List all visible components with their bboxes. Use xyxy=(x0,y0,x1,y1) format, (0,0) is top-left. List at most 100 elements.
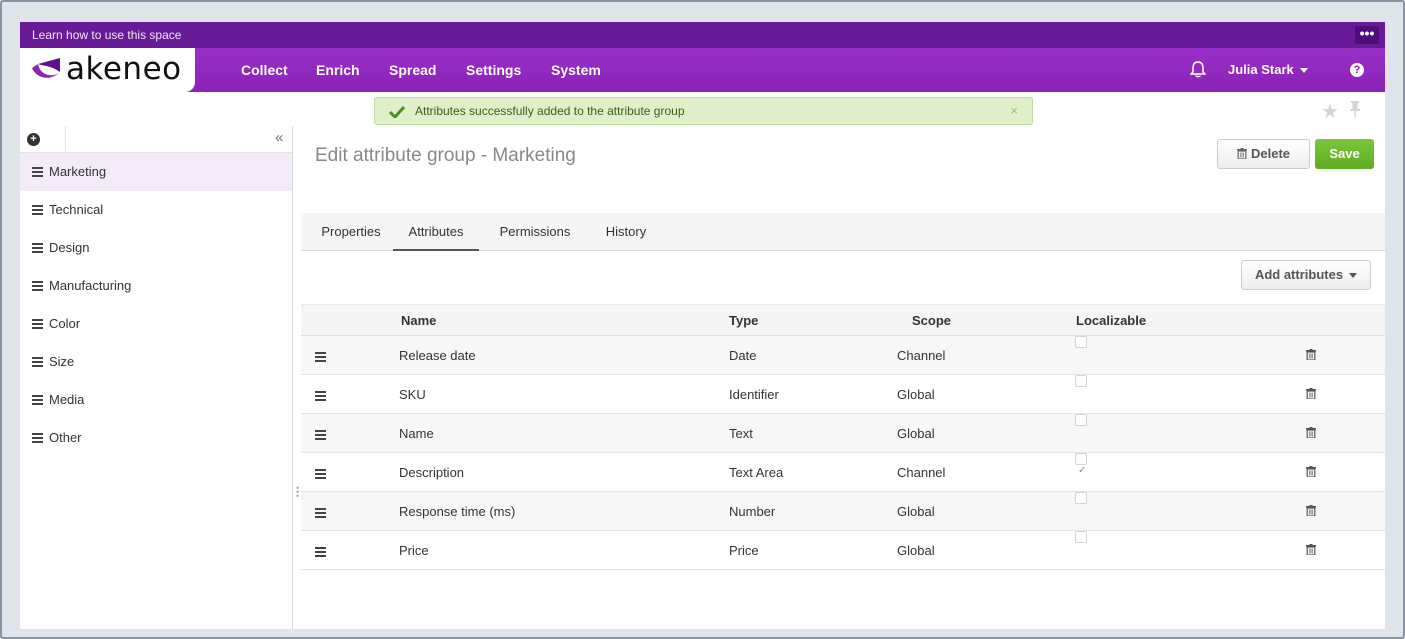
drag-handle-icon[interactable] xyxy=(32,165,43,179)
learn-bar-text[interactable]: Learn how to use this space xyxy=(32,28,181,42)
column-header-scope[interactable]: Scope xyxy=(912,305,951,336)
localizable-checkbox[interactable] xyxy=(1075,375,1087,387)
cell-scope: Global xyxy=(897,426,935,441)
drag-handle-icon[interactable] xyxy=(315,389,326,403)
toolbar-divider xyxy=(65,126,66,153)
drag-handle-icon[interactable] xyxy=(32,355,43,369)
cell-name: Release date xyxy=(399,348,476,363)
nav-settings[interactable]: Settings xyxy=(466,48,521,92)
nav-system[interactable]: System xyxy=(551,48,601,92)
sidebar-item-design[interactable]: Design xyxy=(20,229,292,267)
attribute-group-sidebar: + « Marketing Technical Design Manufactu… xyxy=(20,126,293,629)
main-content: Edit attribute group - Marketing Delete … xyxy=(301,126,1385,629)
sidebar-item-label: Media xyxy=(49,392,85,407)
akeneo-logo[interactable]: akeneo xyxy=(20,48,195,92)
sidebar-item-size[interactable]: Size xyxy=(20,343,292,381)
table-body: Release date Date Channel SKU Identifier Glob… xyxy=(301,336,1385,570)
drag-handle-icon[interactable] xyxy=(315,467,326,481)
cell-scope: Channel xyxy=(897,348,946,363)
akeneo-logo-icon xyxy=(32,58,60,78)
learn-bar[interactable]: Learn how to use this space ••• xyxy=(20,22,1385,48)
tab-permissions[interactable]: Permissions xyxy=(485,213,585,251)
cell-name: Description xyxy=(399,465,465,480)
delete-button[interactable]: Delete xyxy=(1217,139,1310,169)
add-group-icon[interactable]: + xyxy=(27,133,40,146)
cell-scope: Global xyxy=(897,387,935,402)
drag-handle-icon[interactable] xyxy=(32,431,43,445)
nav-spread[interactable]: Spread xyxy=(389,48,436,92)
chevron-down-icon xyxy=(1299,68,1308,74)
table-row[interactable]: Name Text Global xyxy=(301,414,1385,453)
trash-icon[interactable] xyxy=(1306,505,1316,516)
column-header-name[interactable]: Name xyxy=(401,305,436,336)
trash-icon[interactable] xyxy=(1306,388,1316,399)
tab-properties[interactable]: Properties xyxy=(311,213,391,251)
add-attributes-button[interactable]: Add attributes xyxy=(1241,260,1371,290)
resize-handle[interactable]: • • • xyxy=(296,484,299,501)
help-icon[interactable]: ? xyxy=(1350,63,1364,77)
drag-handle-icon[interactable] xyxy=(315,428,326,442)
tab-attributes[interactable]: Attributes xyxy=(393,213,479,251)
cell-scope: Channel xyxy=(897,465,946,480)
nav-enrich[interactable]: Enrich xyxy=(316,48,360,92)
trash-icon[interactable] xyxy=(1306,544,1316,555)
notification-bell-icon[interactable] xyxy=(1190,60,1206,78)
cell-type: Price xyxy=(729,543,759,558)
sidebar-item-technical[interactable]: Technical xyxy=(20,191,292,229)
brand-name: akeneo xyxy=(66,51,182,87)
sidebar-item-other[interactable]: Other xyxy=(20,419,292,457)
save-button[interactable]: Save xyxy=(1315,139,1374,169)
sidebar-item-label: Other xyxy=(49,430,82,445)
localizable-checkbox[interactable] xyxy=(1075,336,1087,348)
sidebar-item-label: Size xyxy=(49,354,75,369)
sidebar-item-manufacturing[interactable]: Manufacturing xyxy=(20,267,292,305)
localizable-checkbox[interactable]: ✓ xyxy=(1075,453,1087,476)
drag-handle-icon[interactable] xyxy=(32,203,43,217)
table-row[interactable]: SKU Identifier Global xyxy=(301,375,1385,414)
sidebar-item-media[interactable]: Media xyxy=(20,381,292,419)
cell-type: Number xyxy=(729,504,776,519)
drag-handle-icon[interactable] xyxy=(315,506,326,520)
sidebar-item-color[interactable]: Color xyxy=(20,305,292,343)
drag-handle-icon[interactable] xyxy=(32,317,43,331)
nav-collect[interactable]: Collect xyxy=(241,48,288,92)
trash-icon[interactable] xyxy=(1306,427,1316,438)
sidebar-item-label: Manufacturing xyxy=(49,278,132,293)
table-row[interactable]: Response time (ms) Number Global xyxy=(301,492,1385,531)
sidebar-item-label: Color xyxy=(49,316,81,331)
add-attributes-label: Add attributes xyxy=(1254,267,1344,282)
drag-handle-icon[interactable] xyxy=(32,393,43,407)
drag-handle-icon[interactable] xyxy=(32,279,43,293)
localizable-checkbox[interactable] xyxy=(1075,492,1087,504)
cell-name: SKU xyxy=(399,387,426,402)
tab-history[interactable]: History xyxy=(587,213,665,251)
table-row[interactable]: Description Text Area Channel ✓ xyxy=(301,453,1385,492)
checkmark-icon: ✓ xyxy=(1078,465,1087,476)
sidebar-item-label: Marketing xyxy=(49,164,107,179)
user-menu[interactable]: Julia Stark xyxy=(1228,48,1308,92)
app-window: Learn how to use this space ••• akeneo C… xyxy=(20,22,1385,629)
localizable-checkbox[interactable] xyxy=(1075,414,1087,426)
column-header-type[interactable]: Type xyxy=(729,305,758,336)
trash-icon[interactable] xyxy=(1306,349,1316,360)
column-header-localizable[interactable]: Localizable xyxy=(1076,305,1146,336)
flash-text: Attributes successfully added to the att… xyxy=(415,104,685,118)
cell-type: Identifier xyxy=(729,387,779,402)
drag-handle-icon[interactable] xyxy=(32,241,43,255)
collapse-sidebar-icon[interactable]: « xyxy=(275,129,283,146)
pin-icon[interactable] xyxy=(1349,100,1361,118)
trash-icon[interactable] xyxy=(1306,466,1316,477)
star-icon[interactable]: ★ xyxy=(1321,99,1339,124)
drag-handle-icon[interactable] xyxy=(315,350,326,364)
cell-name: Price xyxy=(399,543,429,558)
table-row[interactable]: Release date Date Channel xyxy=(301,336,1385,375)
table-row[interactable]: Price Price Global xyxy=(301,531,1385,570)
localizable-checkbox[interactable] xyxy=(1075,531,1087,543)
page-title: Edit attribute group - Marketing xyxy=(315,145,576,166)
drag-handle-icon[interactable] xyxy=(315,545,326,559)
attributes-table: Name Type Scope Localizable Release date… xyxy=(301,304,1385,570)
trash-icon xyxy=(1236,148,1247,160)
sidebar-item-marketing[interactable]: Marketing xyxy=(20,153,292,191)
more-options-button[interactable]: ••• xyxy=(1355,26,1379,44)
close-icon[interactable]: × xyxy=(1010,98,1018,124)
